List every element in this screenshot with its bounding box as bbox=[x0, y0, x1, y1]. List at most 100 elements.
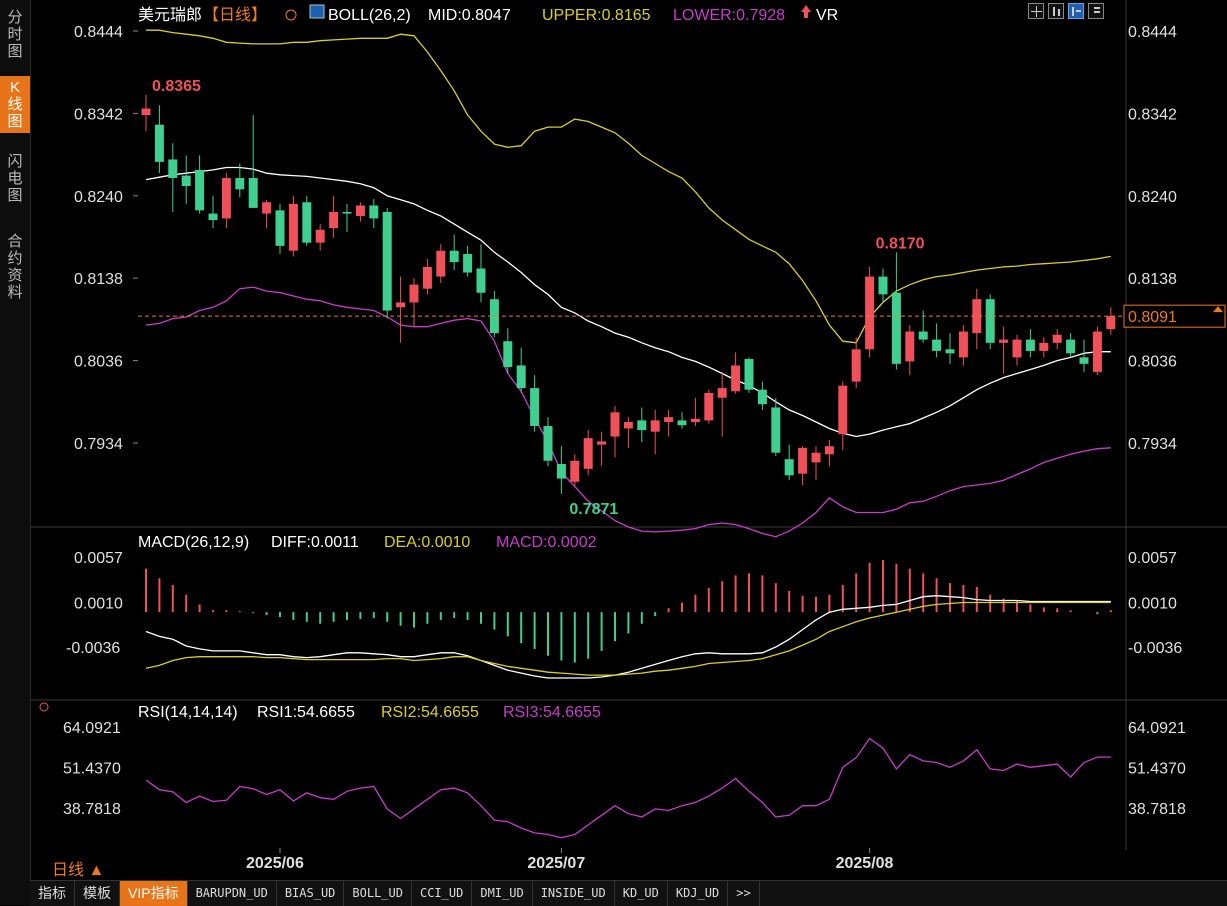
export-icon[interactable] bbox=[1088, 3, 1104, 19]
candle-body bbox=[664, 417, 674, 422]
y-tick-label-left: 0.8240 bbox=[74, 189, 123, 206]
sidebar-tab-1[interactable]: K线图 bbox=[0, 76, 30, 133]
macd-y-tick-left: 0.0057 bbox=[74, 550, 123, 567]
candle bbox=[262, 199, 272, 229]
candle-body bbox=[195, 169, 205, 211]
candle-body bbox=[637, 420, 647, 431]
indicator-tab[interactable]: CCI_UD bbox=[412, 881, 473, 906]
candle bbox=[248, 115, 258, 208]
candle bbox=[221, 173, 231, 229]
candle bbox=[1039, 337, 1049, 358]
macd-title: MACD(26,12,9) bbox=[138, 534, 249, 551]
candle bbox=[798, 446, 808, 486]
sidebar-tab-char: 线 bbox=[7, 96, 23, 113]
candle bbox=[329, 195, 339, 238]
low-annotation: 0.7871 bbox=[569, 501, 618, 518]
candle-body bbox=[771, 407, 781, 453]
candle bbox=[824, 439, 834, 467]
x-tick-label: 2025/06 bbox=[246, 855, 304, 872]
candle-body bbox=[1066, 339, 1076, 354]
candle-body bbox=[516, 365, 526, 389]
candle bbox=[932, 323, 942, 358]
symbol-name: 美元瑞郎 bbox=[138, 6, 202, 24]
candle bbox=[543, 417, 553, 467]
boll-params: BOLL(26,2) bbox=[328, 7, 411, 24]
candle-body bbox=[690, 418, 700, 422]
macd-y-tick-left: -0.0036 bbox=[66, 640, 120, 657]
candle-body bbox=[342, 211, 352, 214]
candle bbox=[503, 328, 513, 374]
y-tick-label-right: 0.8138 bbox=[1128, 271, 1177, 288]
candle bbox=[838, 381, 848, 451]
candle bbox=[1106, 307, 1116, 335]
candle bbox=[489, 291, 499, 338]
x-tick-label: 2025/07 bbox=[527, 855, 585, 872]
indicator-tab[interactable]: 模板 bbox=[75, 881, 120, 906]
candle-body bbox=[851, 349, 861, 382]
indicator-tab[interactable]: BOLL_UD bbox=[344, 881, 412, 906]
zoom-fit-icon[interactable] bbox=[1068, 3, 1084, 19]
candle bbox=[972, 288, 982, 350]
sidebar-tab-3[interactable]: 合约资料 bbox=[0, 230, 30, 304]
indicator-tab[interactable]: BARUPDN_UD bbox=[188, 881, 277, 906]
candle-body bbox=[382, 211, 392, 311]
period-label[interactable]: 日线 ▲ bbox=[52, 856, 104, 880]
sidebar-tab-char: 电 bbox=[7, 170, 23, 187]
candle-body bbox=[798, 447, 808, 474]
sidebar-tab-2[interactable]: 闪电图 bbox=[0, 150, 30, 207]
sidebar-tab-char: 图 bbox=[7, 187, 23, 204]
candle-body bbox=[958, 331, 968, 358]
candle bbox=[999, 326, 1009, 374]
indicator-tab[interactable]: BIAS_UD bbox=[277, 881, 345, 906]
candle bbox=[315, 224, 325, 251]
macd-diff-value: DIFF:0.0011 bbox=[271, 534, 359, 551]
candle-body bbox=[1079, 357, 1089, 364]
candle bbox=[141, 94, 151, 132]
candle-mode-icon[interactable] bbox=[1048, 3, 1064, 19]
last-price-label: 0.8091 bbox=[1128, 309, 1177, 326]
indicator-tab[interactable]: 指标 bbox=[30, 881, 75, 906]
indicator-tab[interactable]: KDJ_UD bbox=[668, 881, 729, 906]
candle-body bbox=[1039, 342, 1049, 351]
indicator-tab[interactable]: VIP指标 bbox=[120, 881, 188, 906]
candle bbox=[1012, 334, 1022, 366]
y-tick-label-right: 0.8342 bbox=[1128, 106, 1177, 123]
macd-y-tick-right: 0.0010 bbox=[1128, 595, 1177, 612]
rsi-title: RSI(14,14,14) bbox=[138, 704, 238, 721]
sidebar-tab-0[interactable]: 分时图 bbox=[0, 6, 30, 63]
sidebar-tab-char: 约 bbox=[7, 250, 23, 267]
chart-area[interactable]: 0.8444 0.8444 0.8342 0.8342 0.8240 0.8240 0.81… bbox=[30, 0, 1227, 880]
local-high-annotation: 0.8170 bbox=[876, 235, 925, 252]
candle-body bbox=[1106, 316, 1116, 330]
rsi-y-tick-right: 38.7818 bbox=[1128, 801, 1186, 818]
indicator-tab[interactable]: DMI_UD bbox=[472, 881, 533, 906]
candle-body bbox=[891, 292, 901, 364]
sidebar-tab-char: 图 bbox=[7, 113, 23, 130]
candle-body bbox=[288, 203, 298, 251]
candle-body bbox=[221, 178, 231, 219]
vr-label: VR bbox=[816, 7, 838, 24]
macd-y-tick-right: 0.0057 bbox=[1128, 550, 1177, 567]
candle bbox=[945, 333, 955, 364]
candle-body bbox=[918, 331, 928, 340]
indicator-tab[interactable]: INSIDE_UD bbox=[533, 881, 615, 906]
candle-body bbox=[865, 276, 875, 350]
candle-body bbox=[168, 159, 178, 179]
candle-body bbox=[878, 276, 888, 295]
indicator-tab[interactable]: >> bbox=[728, 881, 760, 906]
candle bbox=[570, 454, 580, 487]
candle bbox=[409, 278, 419, 327]
rsi1-value: RSI1:54.6655 bbox=[257, 704, 355, 721]
crosshair-icon[interactable] bbox=[1028, 3, 1044, 19]
candle-body bbox=[154, 124, 164, 162]
candle bbox=[744, 357, 754, 393]
candle-body bbox=[1092, 331, 1102, 372]
candle-body bbox=[1025, 339, 1035, 351]
settings-circle-icon bbox=[285, 9, 297, 21]
candle-body bbox=[650, 420, 660, 432]
sidebar-tab-char: 闪 bbox=[7, 153, 23, 170]
candle-body bbox=[235, 178, 245, 190]
indicator-tab[interactable]: KD_UD bbox=[615, 881, 668, 906]
sidebar-tab-char: 分 bbox=[7, 9, 23, 26]
candle-body bbox=[905, 331, 915, 362]
